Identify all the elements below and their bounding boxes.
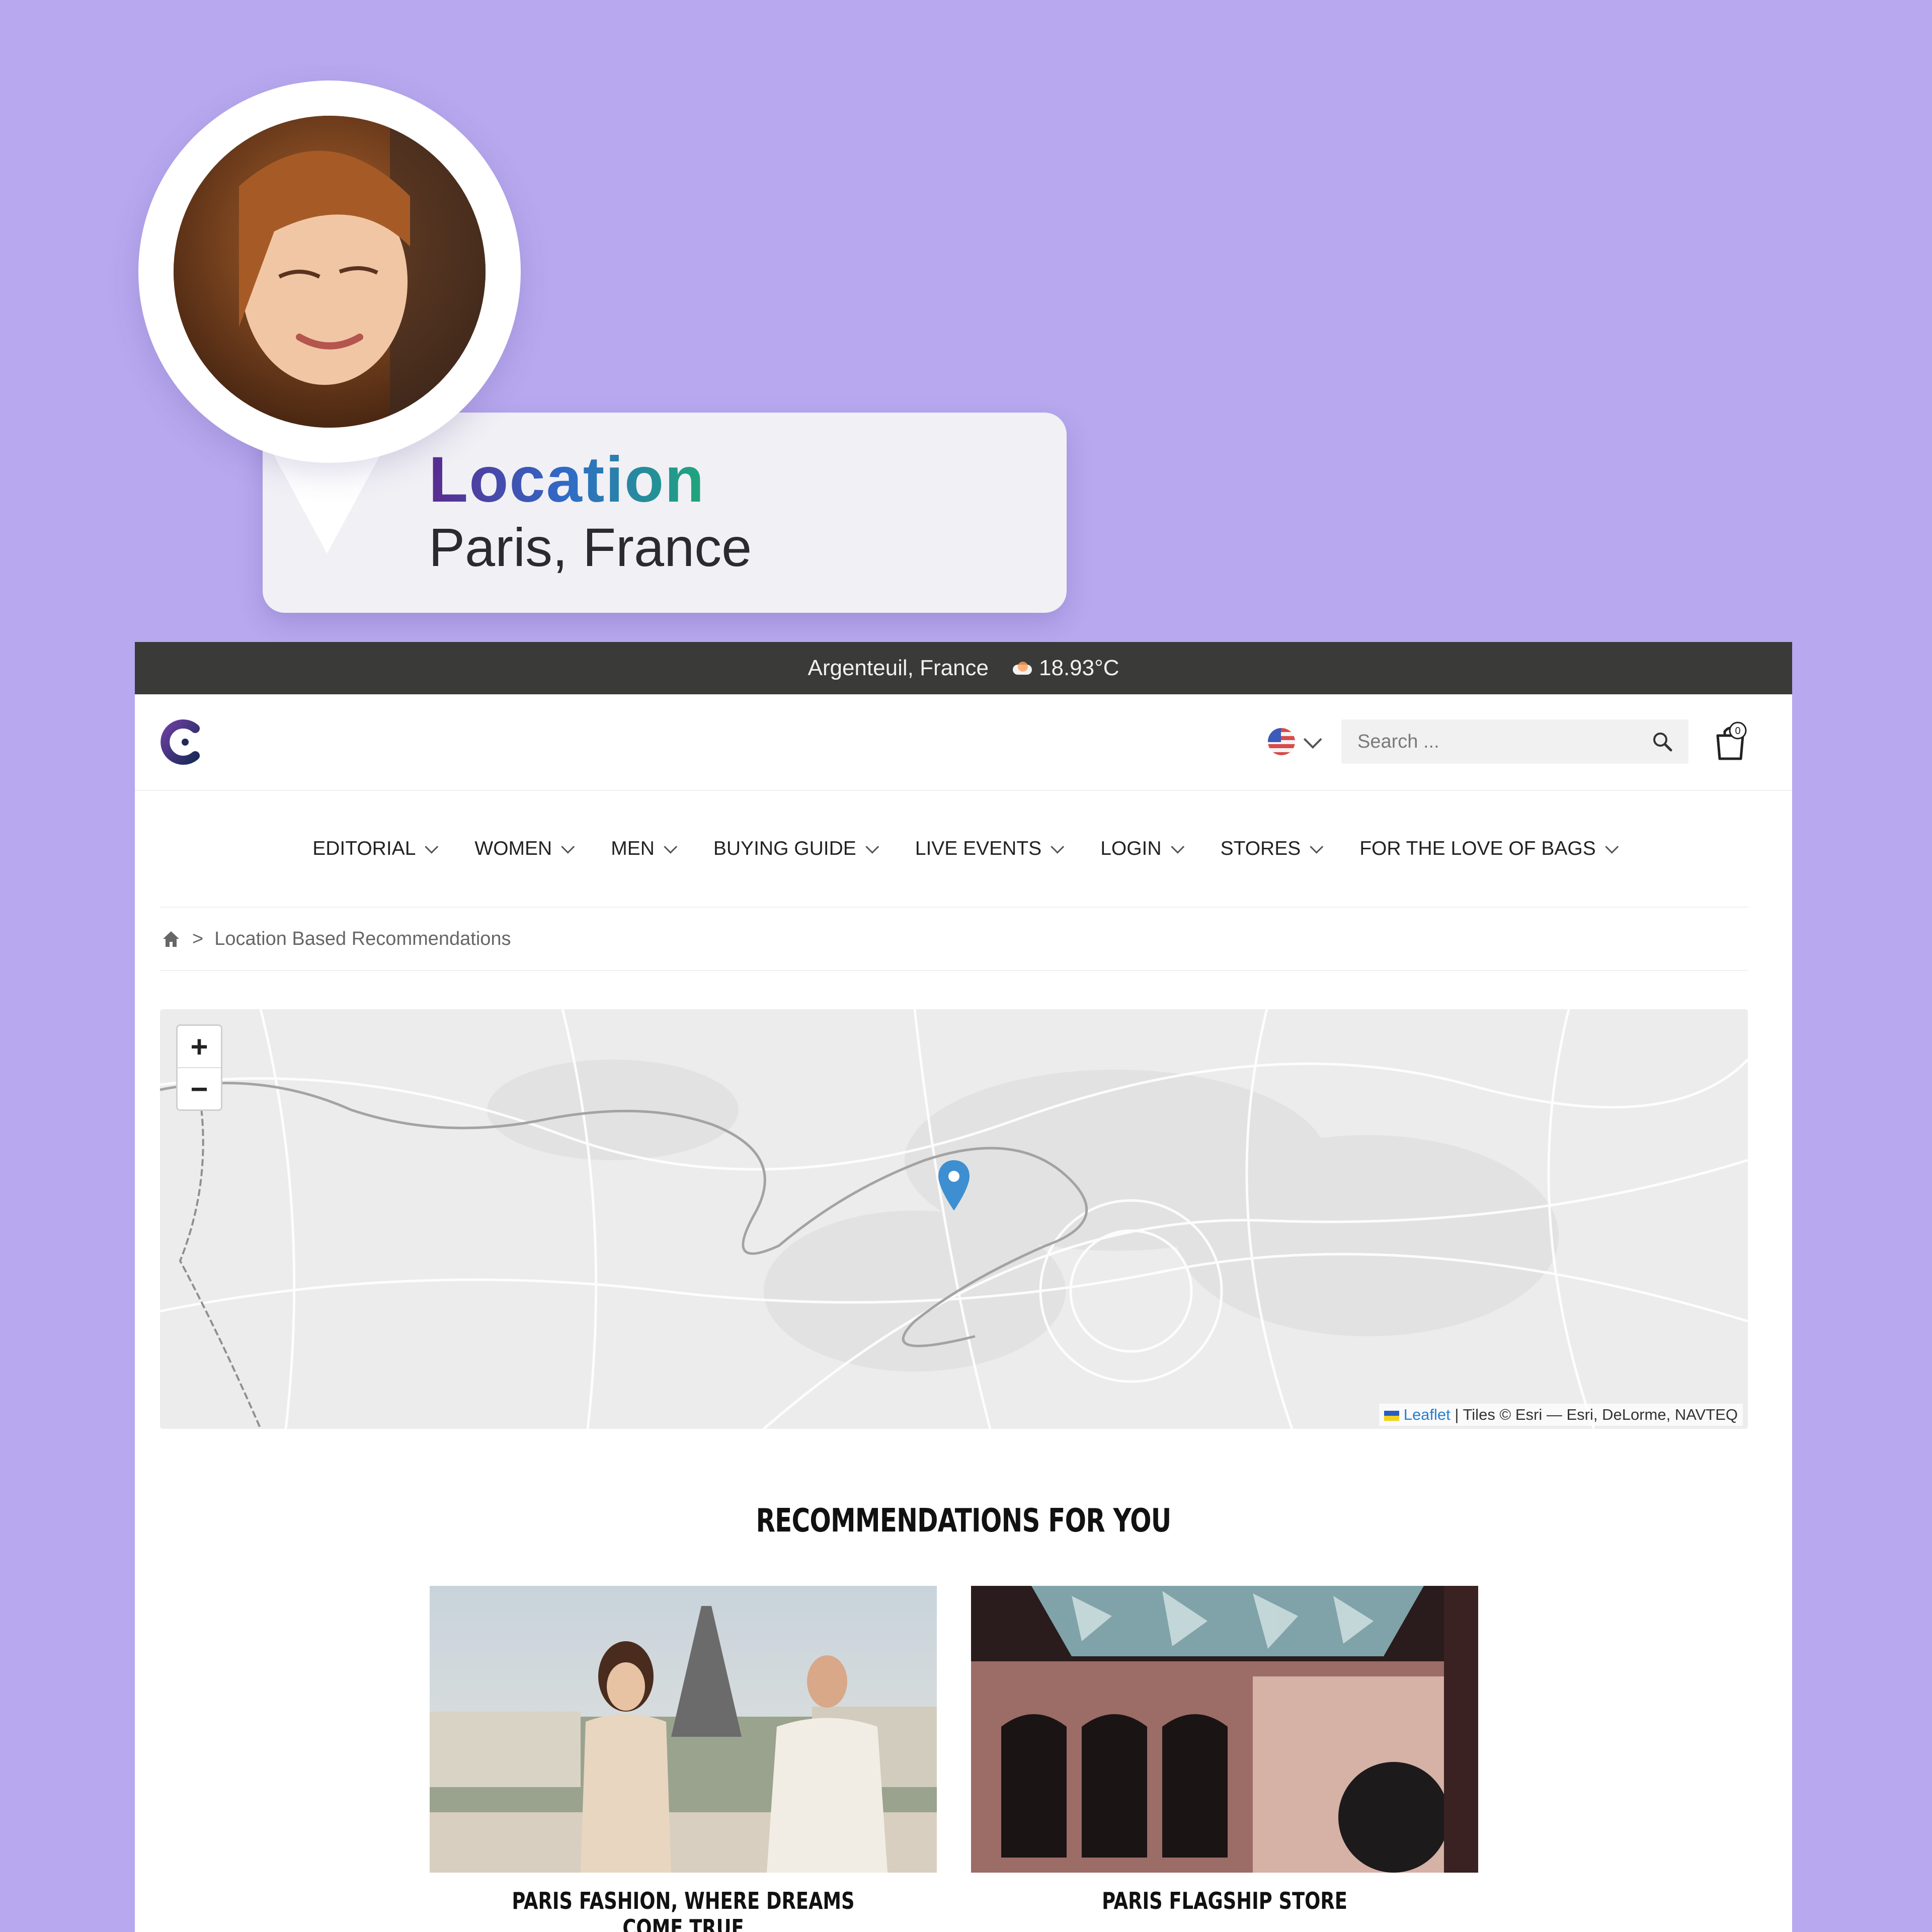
cart-count: 0 [1735,726,1740,737]
chevron-down-icon [1310,840,1324,854]
chevron-down-icon [865,840,879,854]
breadcrumb: > Location Based Recommendations [135,908,1792,970]
breadcrumb-separator: > [192,928,204,949]
cloud-icon [1011,662,1033,675]
current-city: Argenteuil, France [808,656,989,680]
map-zoom-controls: + − [176,1024,222,1111]
chevron-down-icon [1605,840,1619,854]
nav-item-men[interactable]: MEN [611,838,678,860]
chevron-down-icon [1170,840,1184,854]
site-header: 0 [135,694,1792,791]
nav-item-label: BUYING GUIDE [713,838,856,859]
nav-item-live-events[interactable]: LIVE EVENTS [915,838,1065,860]
location-weather-bar: Argenteuil, France 18.93°C [135,642,1792,694]
recommendation-title: PARIS FLAGSHIP STORE [1102,1887,1347,1914]
nav-item-label: MEN [611,838,655,859]
nav-item-label: STORES [1220,838,1301,859]
recommendation-card[interactable]: PARIS FLAGSHIP STORE [971,1586,1478,1932]
divider [160,970,1748,971]
header-actions: 0 [1268,719,1748,764]
website-window: Argenteuil, France 18.93°C Search ... 0 … [135,642,1792,1932]
chevron-down-icon [425,840,439,854]
temperature: 18.93°C [1039,656,1119,680]
recommendation-card[interactable]: PARIS FASHION, WHERE DREAMS COME TRUE [430,1586,937,1932]
nav-item-label: WOMEN [474,838,552,859]
nav-item-editorial[interactable]: EDITORIAL [312,838,439,860]
recommendation-title: PARIS FASHION, WHERE DREAMS COME TRUE [512,1887,855,1932]
nav-item-women[interactable]: WOMEN [474,838,575,860]
shopping-bag-icon: 0 [1716,721,1747,760]
recommendations-title: RECOMMENDATIONS FOR YOU [756,1502,1172,1540]
chevron-down-icon [1051,840,1065,854]
ukraine-flag-icon [1384,1410,1400,1421]
avatar-pin [138,80,521,463]
map-attribution: Leaflet | Tiles © Esri — Esri, DeLorme, … [1379,1404,1743,1426]
chevron-down-icon [561,840,575,854]
location-value: Paris, France [429,517,752,578]
zoom-out-button[interactable]: − [178,1067,221,1109]
recommendation-image [430,1586,937,1873]
nav-item-label: LOGIN [1100,838,1162,859]
map-tiles [160,1009,1748,1429]
recommendations-list: PARIS FASHION, WHERE DREAMS COME TRUE PA… [430,1586,1478,1932]
breadcrumb-current: Location Based Recommendations [214,928,511,949]
home-icon[interactable] [161,929,181,949]
weather: 18.93°C [1011,656,1119,681]
nav-item-stores[interactable]: STORES [1220,838,1324,860]
zoom-in-button[interactable]: + [178,1026,221,1067]
us-flag-icon [1268,728,1295,755]
nav-item-label: FOR THE LOVE OF BAGS [1359,838,1596,859]
search-input[interactable] [1356,730,1651,753]
location-label: Location [429,444,705,516]
search-icon[interactable] [1651,731,1673,753]
nav-item-buying-guide[interactable]: BUYING GUIDE [713,838,879,860]
main-nav: EDITORIAL WOMEN MEN BUYING GUIDE LIVE EV… [135,791,1792,907]
map[interactable]: + − Leaflet | Tiles © Esri — Esri, DeLor… [160,1009,1748,1429]
tiles-attribution: | Tiles © Esri — Esri, DeLorme, NAVTEQ [1455,1406,1738,1423]
chevron-down-icon [1303,730,1322,749]
search-box [1341,719,1688,764]
nav-item-login[interactable]: LOGIN [1100,838,1184,860]
avatar [174,116,486,428]
chevron-down-icon [664,840,678,854]
nav-item-label: LIVE EVENTS [915,838,1042,859]
cart-button[interactable]: 0 [1713,721,1748,762]
leaflet-link[interactable]: Leaflet [1404,1406,1451,1423]
nav-item-for-the-love-of-bags[interactable]: FOR THE LOVE OF BAGS [1359,838,1619,860]
nav-item-label: EDITORIAL [312,838,416,859]
brand-logo-icon[interactable] [160,719,205,765]
map-marker-icon[interactable] [936,1158,972,1214]
recommendation-image [971,1586,1478,1873]
language-selector[interactable] [1268,728,1322,755]
